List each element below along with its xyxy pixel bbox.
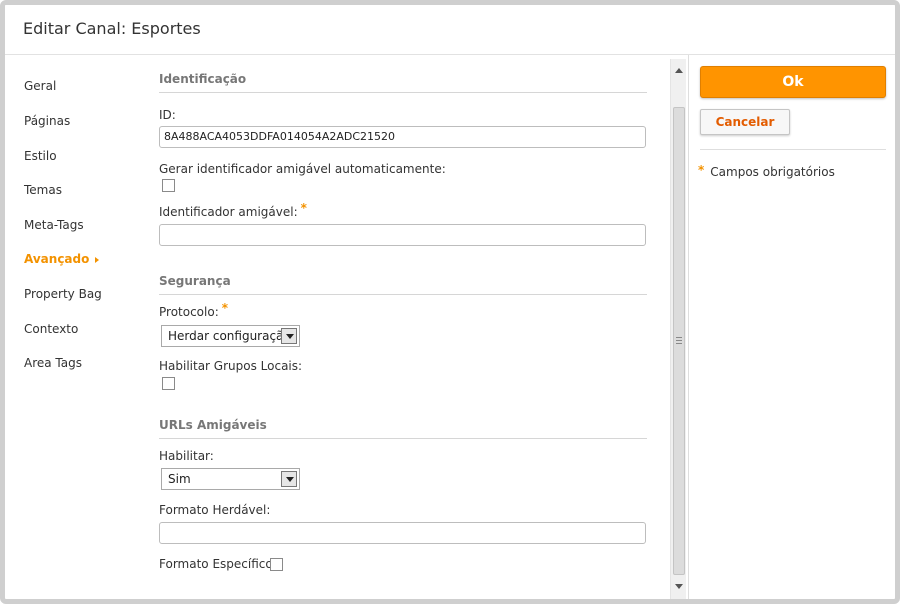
protocol-select-value: Herdar configuração [168,329,291,343]
auto-friendly-label: Gerar identificador amigável automaticam… [159,162,446,176]
section-title-identificacao: Identificação [159,72,647,93]
grip-icon [676,337,682,344]
required-marker: * [698,163,705,177]
chevron-down-icon[interactable] [281,328,297,344]
dialog-title: Editar Canal: Esportes [23,19,201,38]
chevron-down-icon[interactable] [281,471,297,487]
cancel-button[interactable]: Cancelar [700,109,790,135]
divider [700,149,886,150]
friendly-id-input[interactable] [159,224,646,246]
specific-format-checkbox[interactable] [270,558,283,571]
form-scrollbar[interactable] [670,59,686,599]
scroll-down-icon[interactable] [675,584,683,589]
local-groups-label: Habilitar Grupos Locais: [159,359,303,373]
section-title-seguranca: Segurança [159,274,647,295]
local-groups-checkbox[interactable] [162,377,175,390]
protocol-label: Protocolo: * [159,301,228,319]
auto-friendly-checkbox[interactable] [162,179,175,192]
inherited-format-input[interactable] [159,522,646,544]
enable-label: Habilitar: [159,449,214,463]
friendly-id-label-text: Identificador amigável: [159,205,298,219]
scroll-thumb[interactable] [673,107,685,575]
dialog-header: Editar Canal: Esportes [5,5,895,55]
id-label: ID: [159,108,176,122]
specific-format-label: Formato Específico: [159,557,277,571]
section-title-urls: URLs Amigáveis [159,418,647,439]
dialog-frame: Editar Canal: Esportes Geral Páginas Est… [0,0,900,604]
protocol-select[interactable]: Herdar configuração [161,325,300,347]
form-content: Identificação ID: 8A488ACA4053DDFA014054… [5,59,670,599]
ok-button[interactable]: Ok [700,66,886,98]
required-legend: * Campos obrigatórios [698,163,835,179]
protocol-label-text: Protocolo: [159,305,219,319]
actions-panel: Ok Cancelar * Campos obrigatórios [688,55,895,599]
required-legend-text: Campos obrigatórios [710,165,835,179]
inherited-format-label: Formato Herdável: [159,503,271,517]
required-marker: * [221,301,229,315]
required-marker: * [300,201,307,215]
enable-select-value: Sim [168,472,191,486]
friendly-id-label: Identificador amigável: * [159,201,307,219]
id-input[interactable]: 8A488ACA4053DDFA014054A2ADC21520 [159,126,646,148]
enable-select[interactable]: Sim [161,468,300,490]
scroll-up-icon[interactable] [675,68,683,73]
